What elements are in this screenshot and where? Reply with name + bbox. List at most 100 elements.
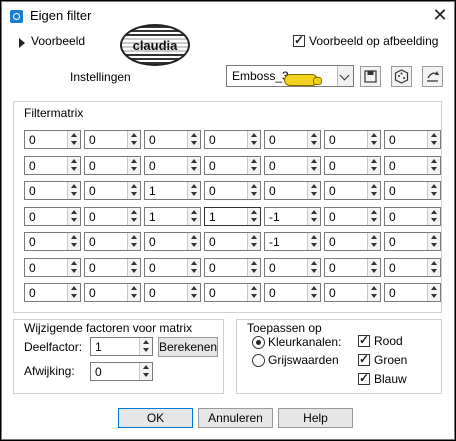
- matrix-cell[interactable]: 0: [204, 181, 261, 200]
- matrix-cell[interactable]: 1: [204, 207, 261, 226]
- matrix-cell[interactable]: 0: [264, 283, 321, 302]
- matrix-cell[interactable]: 0: [324, 156, 381, 175]
- stepper-icon[interactable]: [187, 233, 200, 250]
- reset-button[interactable]: [422, 66, 443, 87]
- matrix-cell[interactable]: 0: [384, 156, 441, 175]
- expand-preview-icon[interactable]: [19, 38, 25, 48]
- matrix-cell[interactable]: 0: [84, 207, 141, 226]
- stepper-icon[interactable]: [67, 259, 80, 276]
- stepper-icon[interactable]: [427, 259, 440, 276]
- matrix-cell[interactable]: 0: [384, 232, 441, 251]
- stepper-icon[interactable]: [307, 131, 320, 148]
- randomize-button[interactable]: [391, 66, 412, 87]
- chevron-down-icon[interactable]: [337, 66, 353, 86]
- stepper-icon[interactable]: [307, 233, 320, 250]
- stepper-icon[interactable]: [367, 182, 380, 199]
- stepper-icon[interactable]: [247, 157, 260, 174]
- stepper-icon[interactable]: [427, 157, 440, 174]
- stepper-icon[interactable]: [367, 259, 380, 276]
- stepper-icon[interactable]: [67, 284, 80, 301]
- matrix-cell[interactable]: 0: [84, 232, 141, 251]
- stepper-icon[interactable]: [307, 208, 320, 225]
- stepper-icon[interactable]: [187, 182, 200, 199]
- matrix-cell[interactable]: 0: [264, 181, 321, 200]
- matrix-cell[interactable]: 0: [384, 207, 441, 226]
- matrix-cell[interactable]: 0: [144, 156, 201, 175]
- stepper-icon[interactable]: [307, 182, 320, 199]
- stepper-icon[interactable]: [367, 157, 380, 174]
- stepper-icon[interactable]: [127, 131, 140, 148]
- stepper-icon[interactable]: [247, 284, 260, 301]
- stepper-icon[interactable]: [307, 284, 320, 301]
- matrix-cell[interactable]: -1: [264, 207, 321, 226]
- matrix-cell[interactable]: 0: [84, 130, 141, 149]
- stepper-icon[interactable]: [187, 284, 200, 301]
- matrix-cell[interactable]: 0: [204, 156, 261, 175]
- matrix-cell[interactable]: 0: [324, 207, 381, 226]
- divisor-input[interactable]: 1: [90, 337, 153, 356]
- stepper-icon[interactable]: [127, 284, 140, 301]
- grayscale-radio[interactable]: [252, 354, 265, 367]
- stepper-icon[interactable]: [247, 259, 260, 276]
- divisor-stepper-icon[interactable]: [139, 338, 152, 355]
- stepper-icon[interactable]: [307, 259, 320, 276]
- matrix-cell[interactable]: 0: [24, 207, 81, 226]
- matrix-cell[interactable]: 0: [324, 130, 381, 149]
- matrix-cell[interactable]: 0: [264, 156, 321, 175]
- cancel-button[interactable]: Annuleren: [198, 408, 273, 428]
- stepper-icon[interactable]: [67, 208, 80, 225]
- bias-input[interactable]: 0: [90, 362, 153, 381]
- stepper-icon[interactable]: [367, 284, 380, 301]
- stepper-icon[interactable]: [187, 208, 200, 225]
- help-button[interactable]: Help: [278, 408, 353, 428]
- blue-checkbox[interactable]: [358, 371, 370, 385]
- matrix-cell[interactable]: 0: [144, 130, 201, 149]
- matrix-cell[interactable]: 0: [24, 258, 81, 277]
- stepper-icon[interactable]: [127, 233, 140, 250]
- matrix-cell[interactable]: 0: [384, 283, 441, 302]
- matrix-cell[interactable]: 0: [24, 181, 81, 200]
- close-icon[interactable]: ✕: [429, 4, 451, 26]
- stepper-icon[interactable]: [247, 208, 260, 225]
- matrix-cell[interactable]: 1: [144, 207, 201, 226]
- stepper-icon[interactable]: [187, 259, 200, 276]
- compute-button[interactable]: Berekenen: [158, 337, 218, 357]
- matrix-cell[interactable]: 0: [384, 181, 441, 200]
- matrix-cell[interactable]: 0: [264, 130, 321, 149]
- matrix-cell[interactable]: 0: [204, 232, 261, 251]
- stepper-icon[interactable]: [427, 284, 440, 301]
- stepper-icon[interactable]: [427, 233, 440, 250]
- matrix-cell[interactable]: 0: [384, 258, 441, 277]
- stepper-icon[interactable]: [187, 131, 200, 148]
- matrix-cell[interactable]: 0: [324, 258, 381, 277]
- matrix-cell[interactable]: 0: [24, 232, 81, 251]
- preview-label[interactable]: Voorbeeld: [31, 34, 85, 48]
- matrix-cell[interactable]: 0: [84, 181, 141, 200]
- matrix-cell[interactable]: 0: [324, 232, 381, 251]
- stepper-icon[interactable]: [427, 208, 440, 225]
- matrix-cell[interactable]: 0: [204, 283, 261, 302]
- stepper-icon[interactable]: [367, 131, 380, 148]
- stepper-icon[interactable]: [67, 182, 80, 199]
- stepper-icon[interactable]: [367, 208, 380, 225]
- stepper-icon[interactable]: [427, 131, 440, 148]
- ok-button[interactable]: OK: [118, 408, 193, 428]
- stepper-icon[interactable]: [67, 233, 80, 250]
- matrix-cell[interactable]: 0: [24, 156, 81, 175]
- matrix-cell[interactable]: 0: [24, 130, 81, 149]
- matrix-cell[interactable]: 0: [204, 130, 261, 149]
- preview-on-image-checkbox[interactable]: [293, 33, 305, 47]
- matrix-cell[interactable]: 0: [84, 283, 141, 302]
- matrix-cell[interactable]: 0: [144, 232, 201, 251]
- stepper-icon[interactable]: [67, 157, 80, 174]
- matrix-cell[interactable]: 0: [84, 156, 141, 175]
- stepper-icon[interactable]: [247, 182, 260, 199]
- stepper-icon[interactable]: [127, 208, 140, 225]
- bias-stepper-icon[interactable]: [139, 363, 152, 380]
- green-checkbox[interactable]: [358, 352, 370, 366]
- stepper-icon[interactable]: [127, 157, 140, 174]
- stepper-icon[interactable]: [127, 182, 140, 199]
- matrix-cell[interactable]: 0: [24, 283, 81, 302]
- save-preset-button[interactable]: [360, 66, 381, 87]
- matrix-cell[interactable]: 0: [144, 258, 201, 277]
